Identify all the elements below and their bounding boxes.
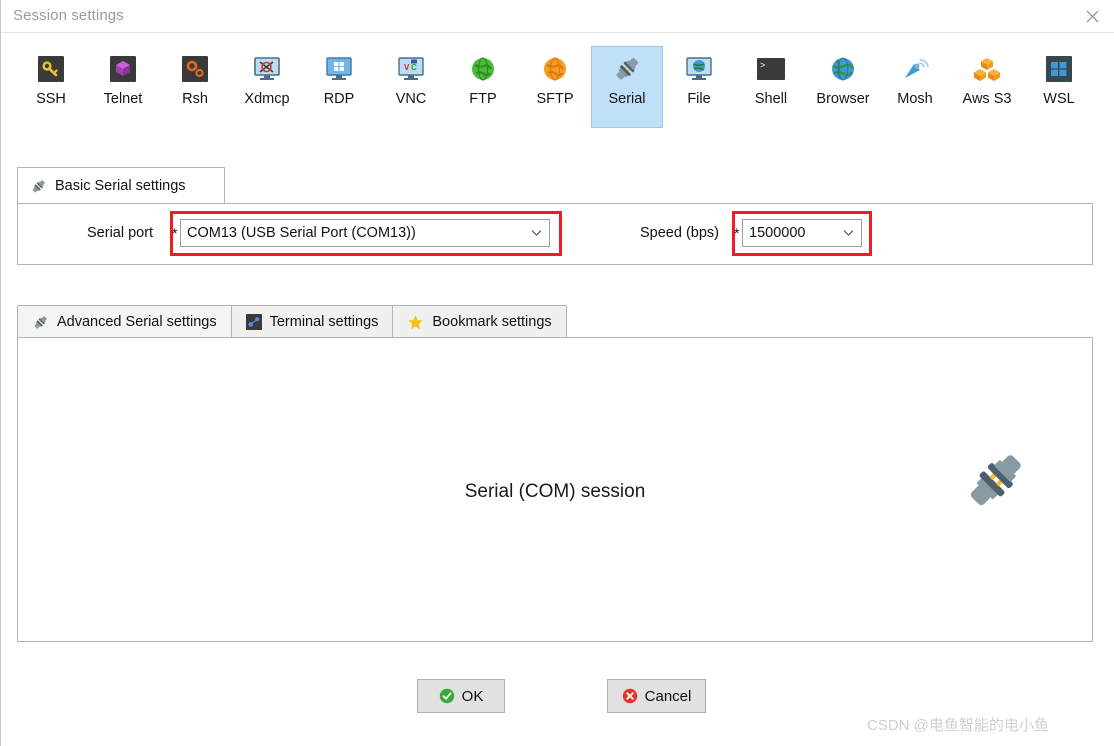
x-monitor-icon xyxy=(252,54,282,84)
vnc-monitor-icon: V C xyxy=(396,54,426,84)
protocol-item-rsh[interactable]: Rsh xyxy=(159,46,231,128)
aws-cubes-icon xyxy=(972,54,1002,84)
chevron-down-icon xyxy=(843,230,854,236)
protocol-label: VNC xyxy=(395,91,427,107)
x-circle-icon xyxy=(622,688,637,704)
protocol-label: SSH xyxy=(36,91,66,107)
protocol-label: Telnet xyxy=(103,91,143,107)
cancel-button[interactable]: Cancel xyxy=(607,679,706,713)
cancel-label: Cancel xyxy=(644,687,692,705)
tab-label: Basic Serial settings xyxy=(55,178,186,194)
globe-monitor-icon xyxy=(684,54,714,84)
check-circle-icon xyxy=(439,688,454,704)
plug-icon xyxy=(970,455,1021,506)
tab-label: Terminal settings xyxy=(269,314,379,330)
speed-label: Speed (bps) xyxy=(640,225,719,241)
protocol-label: Mosh xyxy=(897,91,933,107)
tab-basic-serial-settings[interactable]: Basic Serial settings xyxy=(17,167,225,204)
protocol-label: Xdmcp xyxy=(244,91,290,107)
tab-bookmark-settings[interactable]: Bookmark settings xyxy=(392,305,567,338)
main-content-panel: Serial (COM) session xyxy=(17,337,1093,642)
protocol-label: Serial xyxy=(608,91,646,107)
serial-port-label: Serial port xyxy=(87,225,154,241)
tab-advanced-serial-settings[interactable]: Advanced Serial settings xyxy=(17,305,232,338)
serial-port-select[interactable]: COM13 (USB Serial Port (COM13)) xyxy=(180,219,550,247)
orange-globe-icon xyxy=(540,54,570,84)
protocol-label: Shell xyxy=(754,91,788,107)
key-icon xyxy=(36,54,66,84)
speed-value: 1500000 xyxy=(749,225,806,241)
ok-label: OK xyxy=(461,687,484,705)
protocol-item-serial[interactable]: Serial xyxy=(591,46,663,128)
protocol-item-mosh[interactable]: Mosh xyxy=(879,46,951,128)
chevron-down-icon xyxy=(531,230,542,236)
protocol-label: FTP xyxy=(469,91,497,107)
green-globe-icon xyxy=(468,54,498,84)
protocol-label: Aws S3 xyxy=(962,91,1012,107)
protocol-label: WSL xyxy=(1043,91,1075,107)
satellite-icon xyxy=(900,54,930,84)
protocol-item-browser[interactable]: Browser xyxy=(807,46,879,128)
session-settings-dialog: Session settings SSH Telnet Rsh Xdmcp RD… xyxy=(0,0,1114,746)
blue-globe-icon xyxy=(828,54,858,84)
plug-icon xyxy=(34,315,47,328)
close-button[interactable] xyxy=(1069,0,1114,32)
tab-label: Advanced Serial settings xyxy=(57,314,217,330)
protocol-item-vnc[interactable]: V C VNC xyxy=(375,46,447,128)
protocol-item-rdp[interactable]: RDP xyxy=(303,46,375,128)
tab-terminal-settings[interactable]: Terminal settings xyxy=(230,305,394,338)
serial-port-value: COM13 (USB Serial Port (COM13)) xyxy=(187,225,416,241)
speed-select[interactable]: 1500000 xyxy=(742,219,862,247)
protocol-label: Rsh xyxy=(182,91,208,107)
protocol-item-telnet[interactable]: Telnet xyxy=(87,46,159,128)
svg-text:C: C xyxy=(411,63,417,72)
gears-icon xyxy=(180,54,210,84)
windows-icon xyxy=(1044,54,1074,84)
protocol-item-shell[interactable]: > Shell xyxy=(735,46,807,128)
terminal-icon: > xyxy=(756,54,786,84)
svg-text:V: V xyxy=(404,63,410,72)
protocol-item-xdmcp[interactable]: Xdmcp xyxy=(231,46,303,128)
cube-icon xyxy=(108,54,138,84)
tab-label: Bookmark settings xyxy=(432,314,552,330)
titlebar: Session settings xyxy=(1,0,1114,33)
watermark: CSDN @电鱼智能的电小鱼 xyxy=(867,717,1049,734)
protocol-label: Browser xyxy=(816,91,870,107)
close-icon xyxy=(1086,10,1098,22)
protocol-item-ssh[interactable]: SSH xyxy=(15,46,87,128)
protocol-item-sftp[interactable]: SFTP xyxy=(519,46,591,128)
window-title: Session settings xyxy=(13,7,124,24)
ok-button[interactable]: OK xyxy=(417,679,505,713)
windows-monitor-icon xyxy=(324,54,354,84)
protocol-item-aws-s3[interactable]: Aws S3 xyxy=(951,46,1023,128)
protocol-label: File xyxy=(687,91,711,107)
protocol-item-ftp[interactable]: FTP xyxy=(447,46,519,128)
sub-tabstrip: Advanced Serial settings Terminal settin… xyxy=(17,305,567,338)
protocol-item-file[interactable]: File xyxy=(663,46,735,128)
protocol-label: SFTP xyxy=(536,91,574,107)
session-type-title: Serial (COM) session xyxy=(464,481,646,502)
basic-settings-panel: Serial port * COM13 (USB Serial Port (CO… xyxy=(17,203,1093,265)
protocol-item-wsl[interactable]: WSL xyxy=(1023,46,1095,128)
star-icon xyxy=(408,314,424,329)
nodes-icon xyxy=(245,314,262,330)
plug-icon xyxy=(32,179,45,192)
plug-icon xyxy=(612,54,642,84)
protocol-label: RDP xyxy=(323,91,355,107)
svg-text:>: > xyxy=(760,61,765,71)
protocol-toolbar: SSH Telnet Rsh Xdmcp RDP V C VNC FTP SFT… xyxy=(15,46,1101,130)
